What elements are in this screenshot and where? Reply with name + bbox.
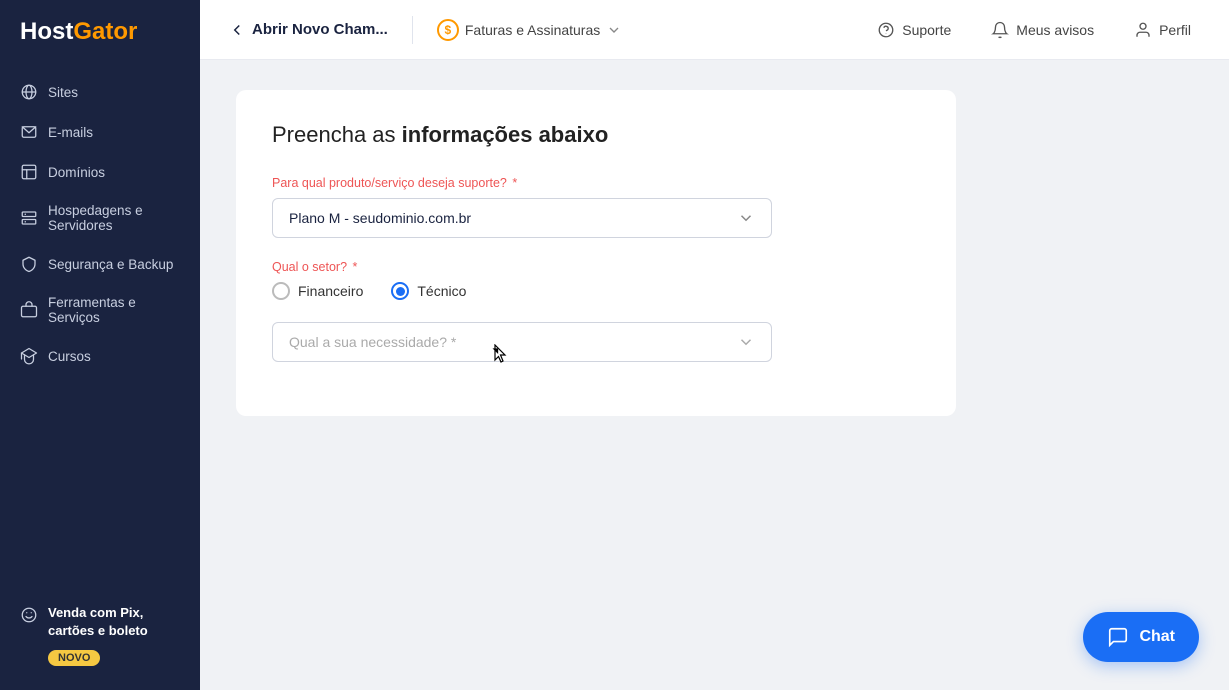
dominios-icon [20, 163, 38, 181]
back-button[interactable]: Abrir Novo Cham... [228, 21, 388, 39]
sidebar-item-dominios[interactable]: Domínios [0, 152, 200, 192]
sector-radios: Financeiro Técnico [272, 282, 920, 300]
security-icon [20, 255, 38, 273]
sector-label: Qual o setor? * [272, 260, 920, 274]
avisos-button[interactable]: Meus avisos [981, 15, 1104, 45]
chevron-down-icon [606, 22, 622, 38]
faturas-label: Faturas e Assinaturas [465, 22, 600, 38]
sidebar-item-seguranca[interactable]: Segurança e Backup [0, 244, 200, 284]
sidebar-item-sites[interactable]: Sites [0, 72, 200, 112]
chat-icon [1107, 626, 1129, 648]
sidebar-item-ferramentas[interactable]: Ferramentas e Serviços [0, 284, 200, 336]
sidebar-item-label: E-mails [48, 125, 93, 140]
chevron-down-icon [737, 333, 755, 351]
product-required: * [512, 176, 517, 190]
promo-badge[interactable]: NOVO [48, 650, 100, 666]
form-title: Preencha as informações abaixo [272, 122, 920, 148]
sidebar-item-hospedagens[interactable]: Hospedagens e Servidores [0, 192, 200, 244]
radio-circle-financeiro [272, 282, 290, 300]
radio-tecnico[interactable]: Técnico [391, 282, 466, 300]
help-icon [877, 21, 895, 39]
dollar-icon: $ [437, 19, 459, 41]
sidebar-item-emails[interactable]: E-mails [0, 112, 200, 152]
need-group: Qual a sua necessidade? * [272, 322, 920, 362]
perfil-button[interactable]: Perfil [1124, 15, 1201, 45]
hospedagens-icon [20, 209, 38, 227]
bell-icon [991, 21, 1009, 39]
sidebar-item-label: Hospedagens e Servidores [48, 203, 180, 233]
form-card: Preencha as informações abaixo Para qual… [236, 90, 956, 416]
nav-divider [412, 16, 413, 44]
email-icon [20, 123, 38, 141]
sidebar-item-label: Domínios [48, 165, 105, 180]
suporte-button[interactable]: Suporte [867, 15, 961, 45]
back-label: Abrir Novo Cham... [252, 21, 388, 38]
sidebar-nav: Sites E-mails Domínios Hospedagens e Ser… [0, 72, 200, 588]
user-icon [1134, 21, 1152, 39]
suporte-label: Suporte [902, 22, 951, 38]
promo-icon [20, 606, 38, 624]
sidebar-item-label: Sites [48, 85, 78, 100]
logo: HostGator [0, 0, 200, 64]
back-arrow-icon [228, 21, 246, 39]
main-area: Abrir Novo Cham... $ Faturas e Assinatur… [200, 0, 1229, 690]
need-placeholder: Qual a sua necessidade? * [289, 334, 456, 350]
product-value: Plano M - seudominio.com.br [289, 210, 471, 226]
product-group: Para qual produto/serviço deseja suporte… [272, 176, 920, 238]
sidebar-item-label: Segurança e Backup [48, 257, 173, 272]
chat-label: Chat [1139, 628, 1175, 646]
product-label: Para qual produto/serviço deseja suporte… [272, 176, 920, 190]
sidebar: HostGator Sites E-mails Domínios Hosped [0, 0, 200, 690]
sector-group: Qual o setor? * Financeiro Técnico [272, 260, 920, 300]
radio-label-tecnico: Técnico [417, 283, 466, 299]
radio-label-financeiro: Financeiro [298, 283, 363, 299]
chevron-down-icon [737, 209, 755, 227]
product-select[interactable]: Plano M - seudominio.com.br [272, 198, 772, 238]
avisos-label: Meus avisos [1016, 22, 1094, 38]
sidebar-item-label: Cursos [48, 349, 91, 364]
topnav: Abrir Novo Cham... $ Faturas e Assinatur… [200, 0, 1229, 60]
perfil-label: Perfil [1159, 22, 1191, 38]
need-select[interactable]: Qual a sua necessidade? * [272, 322, 772, 362]
promo-title: Venda com Pix, cartões e boleto [48, 604, 180, 640]
sidebar-item-cursos[interactable]: Cursos [0, 336, 200, 376]
sidebar-promo: Venda com Pix, cartões e boleto NOVO [0, 588, 200, 670]
radio-financeiro[interactable]: Financeiro [272, 282, 363, 300]
faturas-menu[interactable]: $ Faturas e Assinaturas [437, 19, 622, 41]
tools-icon [20, 301, 38, 319]
cursos-icon [20, 347, 38, 365]
content-area: Preencha as informações abaixo Para qual… [200, 60, 1229, 690]
sidebar-item-label: Ferramentas e Serviços [48, 295, 180, 325]
radio-circle-tecnico [391, 282, 409, 300]
logo-text: HostGator [20, 18, 137, 45]
sites-icon [20, 83, 38, 101]
chat-button[interactable]: Chat [1083, 612, 1199, 662]
